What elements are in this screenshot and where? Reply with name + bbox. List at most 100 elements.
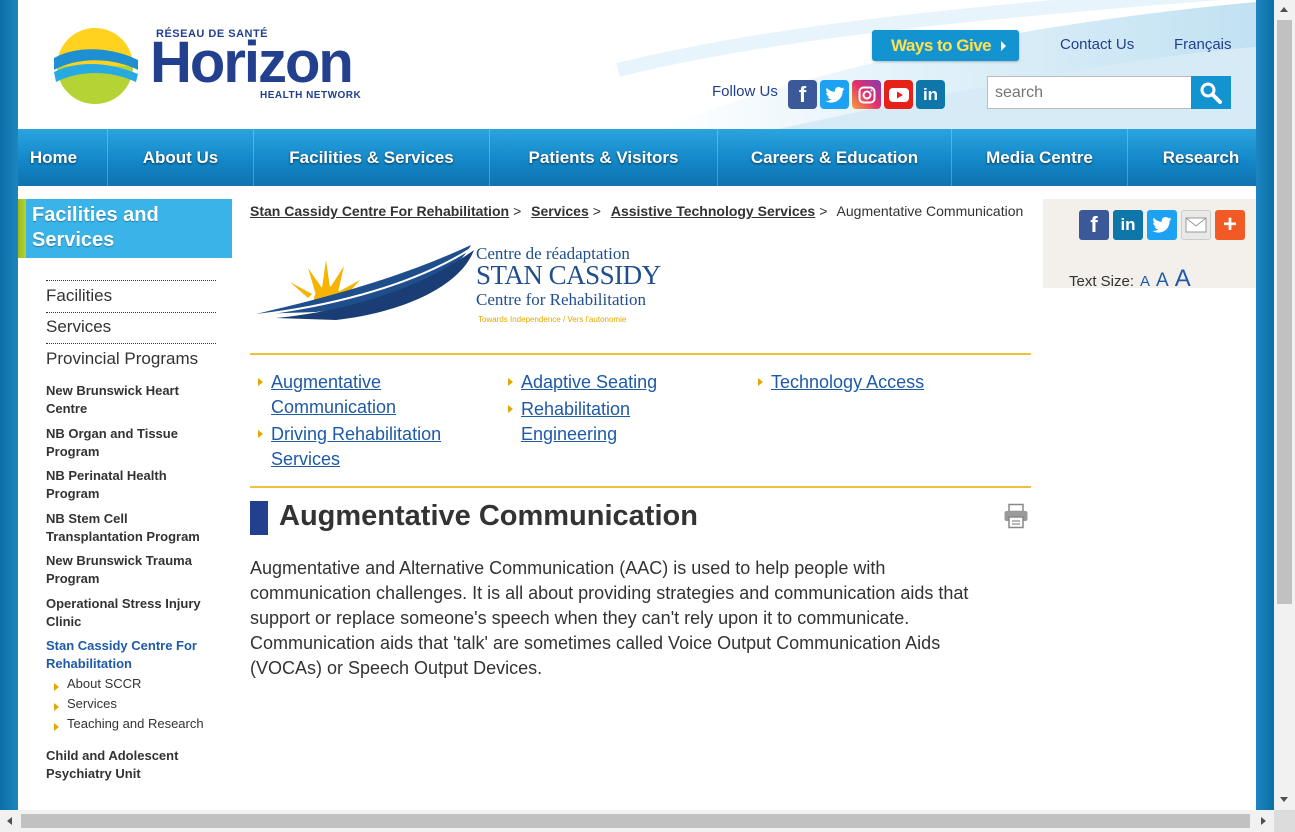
sidebar-item-trauma[interactable]: New Brunswick Trauma Program [46,552,216,587]
sidebar-subitem-services[interactable]: Services [54,696,117,711]
sublink-augmentative-communication[interactable]: Augmentative Communication [271,370,471,420]
sidebar-item-stan-cassidy[interactable]: Stan Cassidy Centre For Rehabilitation [46,637,216,672]
add-icon[interactable]: + [1215,210,1245,240]
share-panel: f in + Text Size: A A A [1043,199,1256,292]
sidebar-item-provincial-programs[interactable]: Provincial Programs [46,349,198,369]
bullet-arrow-icon [54,722,59,731]
breadcrumb-link[interactable]: Assistive Technology Services [611,203,815,219]
title-accent-bar [250,501,268,535]
text-size-small[interactable]: A [1140,273,1150,290]
ways-to-give-button[interactable]: Ways to Give [872,30,1019,61]
contact-us-link[interactable]: Contact Us [1060,36,1134,53]
sublink-technology-access[interactable]: Technology Access [771,370,971,395]
page: RÉSEAU DE SANTÉ Horizon HEALTH NETWORK W… [18,0,1256,810]
stan-cassidy-logo: Centre de réadaptation STAN CASSIDY Cent… [256,240,676,330]
sccr-name: STAN CASSIDY [476,260,661,290]
francais-link[interactable]: Français [1174,36,1232,53]
sidebar-subitem-label: Services [67,696,117,711]
sidebar-item-services[interactable]: Services [46,317,111,337]
scroll-left-icon[interactable] [7,817,12,825]
facebook-icon[interactable]: f [788,80,817,109]
horizon-emblem-icon [54,28,138,104]
scroll-right-icon[interactable] [1261,817,1266,825]
twitter-icon[interactable] [1147,210,1177,240]
linkedin-icon[interactable]: in [1113,210,1143,240]
breadcrumb-separator: > [592,203,601,219]
horizon-logo[interactable]: RÉSEAU DE SANTÉ Horizon HEALTH NETWORK [50,24,380,110]
sidebar-item-osi-clinic[interactable]: Operational Stress Injury Clinic [46,595,216,630]
sidebar-subitem-label: Teaching and Research [67,716,204,731]
text-size-control: Text Size: A A A [1069,265,1191,293]
header-decoration [616,0,1256,129]
youtube-icon[interactable] [884,80,913,109]
site-header: RÉSEAU DE SANTÉ Horizon HEALTH NETWORK W… [18,0,1256,129]
text-size-large[interactable]: A [1175,265,1191,293]
bullet-arrow-icon [54,682,59,691]
facebook-icon[interactable]: f [1079,210,1109,240]
text-size-label: Text Size: [1069,273,1135,290]
scrollbar-corner [1274,810,1295,832]
sidebar-subitem-about-sccr[interactable]: About SCCR [54,676,141,691]
scroll-down-icon[interactable] [1280,797,1288,802]
sidebar-item-organ-tissue[interactable]: NB Organ and Tissue Program [46,425,216,460]
breadcrumb-link[interactable]: Stan Cassidy Centre For Rehabilitation [250,203,509,219]
search-box [987,76,1231,109]
bullet-arrow-icon [54,702,59,711]
horizontal-scroll-thumb[interactable] [21,814,1250,828]
sidebar-item-stem-cell[interactable]: NB Stem Cell Transplantation Program [46,510,216,545]
bullet-arrow-icon [758,378,763,386]
sccr-english-name: Centre for Rehabilitation [476,290,646,309]
page-title: Augmentative Communication [279,500,698,532]
sidebar-item-facilities[interactable]: Facilities [46,286,112,306]
sidebar-item-perinatal[interactable]: NB Perinatal Health Program [46,467,216,502]
twitter-icon[interactable] [820,80,849,109]
divider [46,343,216,344]
sidebar-item-heart-centre[interactable]: New Brunswick Heart Centre [46,382,216,417]
divider [250,486,1031,488]
email-icon[interactable] [1181,210,1211,240]
nav-careers-education[interactable]: Careers & Education [718,129,952,186]
sidebar-item-child-psychiatry[interactable]: Child and Adolescent Psychiatry Unit [46,747,216,782]
sidebar-title: Facilities and Services [32,204,159,251]
arrow-right-icon [1001,40,1007,51]
text-size-medium[interactable]: A [1156,270,1169,292]
breadcrumb-separator: > [819,203,828,219]
bullet-arrow-icon [508,378,513,386]
search-icon [1200,82,1222,104]
sidebar-subitem-teaching[interactable]: Teaching and Research [54,716,204,731]
sublink-adaptive-seating[interactable]: Adaptive Seating [521,370,721,395]
linkedin-icon[interactable]: in [916,80,945,109]
divider [46,280,216,281]
divider [46,312,216,313]
body-paragraph: Augmentative and Alternative Communicati… [250,558,969,678]
vertical-scroll-thumb[interactable] [1277,20,1292,604]
breadcrumb: Stan Cassidy Centre For Rehabilitation > … [250,203,1023,219]
stan-cassidy-emblem-icon [256,245,474,320]
vertical-scrollbar[interactable] [1274,0,1295,810]
sublink-rehabilitation-engineering[interactable]: Rehabilitation Engineering [521,397,671,447]
divider [250,353,1031,355]
scroll-up-icon[interactable] [1280,7,1288,12]
horizontal-scrollbar[interactable] [0,810,1274,832]
page-frame: RÉSEAU DE SANTÉ Horizon HEALTH NETWORK W… [0,0,1274,810]
nav-facilities-services[interactable]: Facilities & Services [254,129,490,186]
print-icon[interactable] [1003,503,1029,529]
logo-wordmark: Horizon [150,30,354,95]
instagram-icon[interactable] [852,80,881,109]
search-input[interactable] [987,76,1192,109]
logo-bottom-text: HEALTH NETWORK [260,90,362,101]
bullet-arrow-icon [258,378,263,386]
search-button[interactable] [1191,76,1231,109]
breadcrumb-link[interactable]: Services [531,203,589,219]
breadcrumb-current: Augmentative Communication [836,203,1024,219]
nav-home[interactable]: Home [18,129,108,186]
sublink-driving-rehabilitation[interactable]: Driving Rehabilitation Services [271,422,471,472]
breadcrumb-separator: > [513,203,522,219]
nav-media-centre[interactable]: Media Centre [952,129,1128,186]
sidebar-heading: Facilities and Services [18,199,232,258]
nav-research[interactable]: Research [1128,129,1256,186]
ways-to-give-label: Ways to Give [891,35,992,55]
nav-patients-visitors[interactable]: Patients & Visitors [490,129,718,186]
nav-about-us[interactable]: About Us [108,129,254,186]
bullet-arrow-icon [508,405,513,413]
